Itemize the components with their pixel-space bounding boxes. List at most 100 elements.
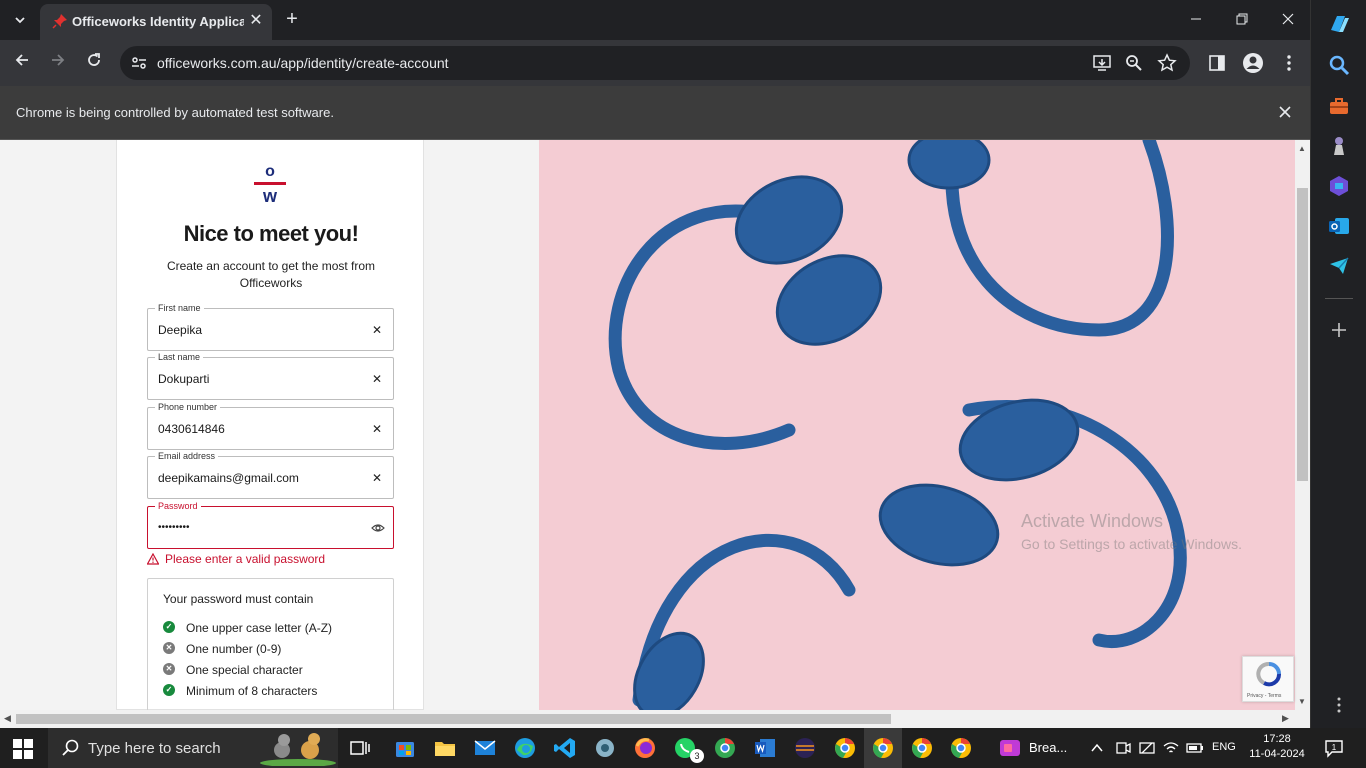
recaptcha-privacy-terms[interactable]: Privacy - Terms xyxy=(1247,693,1281,699)
page-subtitle: Create an account to get the most from O… xyxy=(166,259,376,290)
phone-number-field[interactable]: Phone number 0430614846 ✕ xyxy=(147,401,394,450)
address-bar[interactable]: officeworks.com.au/app/identity/create-a… xyxy=(120,46,1190,80)
file-explorer-icon[interactable] xyxy=(433,736,457,760)
battery-icon[interactable] xyxy=(1186,740,1204,756)
chrome-icon[interactable] xyxy=(910,736,934,760)
scroll-down-arrow-icon[interactable]: ▼ xyxy=(1298,697,1306,706)
notification-center-icon[interactable]: 1 xyxy=(1324,738,1344,758)
vertical-scrollbar[interactable]: ▲ ▼ xyxy=(1295,140,1310,710)
phone-number-input[interactable]: 0430614846 xyxy=(158,422,225,436)
chrome-active-icon[interactable] xyxy=(871,736,895,760)
rule-uppercase: ✓ One upper case letter (A-Z) xyxy=(163,621,383,637)
profile-avatar-icon[interactable] xyxy=(1242,52,1264,74)
officeworks-logo: o w xyxy=(254,163,286,206)
send-telegram-icon[interactable] xyxy=(1327,254,1351,278)
recaptcha-badge[interactable]: Privacy - Terms xyxy=(1242,656,1294,702)
restore-icon[interactable] xyxy=(1229,8,1255,32)
email-address-input[interactable]: deepikamains@gmail.com xyxy=(158,471,299,485)
infobar-message: Chrome is being controlled by automated … xyxy=(16,105,334,120)
meet-now-icon[interactable] xyxy=(1139,740,1155,756)
infobar-close-icon[interactable] xyxy=(1276,103,1294,121)
whatsapp-badge: 3 xyxy=(690,749,704,763)
clipchamp-icon[interactable] xyxy=(998,736,1022,760)
microsoft-365-icon[interactable] xyxy=(1327,174,1351,198)
svg-text:1: 1 xyxy=(1332,743,1337,752)
first-name-input[interactable]: Deepika xyxy=(158,323,202,337)
more-options-icon[interactable] xyxy=(1327,693,1351,717)
page-viewport: o w Nice to meet you! Create an account … xyxy=(0,140,1310,710)
side-divider xyxy=(1325,298,1353,299)
search-icon[interactable] xyxy=(1327,53,1351,77)
mail-icon[interactable] xyxy=(473,736,497,760)
settings-gear-app-icon[interactable] xyxy=(593,736,617,760)
taskbar-search-box[interactable]: Type here to search xyxy=(48,728,338,768)
first-name-field[interactable]: First name Deepika ✕ xyxy=(147,302,394,351)
clear-icon[interactable]: ✕ xyxy=(370,422,384,436)
zoom-icon[interactable] xyxy=(1124,53,1144,73)
kebab-menu-icon[interactable] xyxy=(1279,53,1299,73)
password-field[interactable]: Password ••••••••• xyxy=(147,500,394,549)
bookmark-star-icon[interactable] xyxy=(1157,53,1177,73)
last-name-input[interactable]: Dokuparti xyxy=(158,372,209,386)
tab-search-button[interactable] xyxy=(8,6,32,34)
wifi-icon[interactable] xyxy=(1163,740,1179,756)
scroll-left-arrow-icon[interactable]: ◀ xyxy=(4,713,11,724)
chrome-icon[interactable] xyxy=(833,736,857,760)
task-view-icon[interactable] xyxy=(348,736,372,760)
x-circle-icon: ✕ xyxy=(163,642,175,654)
install-app-icon[interactable] xyxy=(1092,53,1112,73)
password-input[interactable]: ••••••••• xyxy=(158,522,190,533)
side-apps-panel xyxy=(1310,0,1366,728)
firefox-icon[interactable] xyxy=(633,736,657,760)
webcam-icon[interactable] xyxy=(1115,740,1131,756)
show-password-eye-icon[interactable] xyxy=(371,521,385,535)
chevron-up-icon[interactable] xyxy=(1090,741,1104,755)
edge-browser-icon[interactable] xyxy=(513,736,537,760)
clear-icon[interactable]: ✕ xyxy=(370,372,384,386)
vscode-icon[interactable] xyxy=(553,736,577,760)
url-text[interactable]: officeworks.com.au/app/identity/create-a… xyxy=(157,55,449,71)
clock-date: 11-04-2024 xyxy=(1249,748,1305,760)
chrome-icon[interactable] xyxy=(949,736,973,760)
headphones-illustration xyxy=(608,140,1187,710)
microsoft-store-icon[interactable] xyxy=(393,736,417,760)
clock-time: 17:28 xyxy=(1263,733,1291,745)
browser-tab-active[interactable]: Officeworks Identity Application ✕ xyxy=(40,4,272,40)
clear-icon[interactable]: ✕ xyxy=(370,323,384,337)
browser-toolbar: officeworks.com.au/app/identity/create-a… xyxy=(0,40,1310,86)
window-close-icon[interactable] xyxy=(1275,8,1301,32)
chrome-profile-icon[interactable] xyxy=(713,736,737,760)
tab-close-icon[interactable]: ✕ xyxy=(248,12,264,30)
horizontal-scrollbar[interactable]: ◀ ▶ xyxy=(0,710,1310,728)
last-name-field[interactable]: Last name Dokuparti ✕ xyxy=(147,351,394,400)
page-title: Nice to meet you! xyxy=(183,221,359,246)
reload-icon[interactable] xyxy=(81,50,107,76)
taskbar-clock[interactable]: 17:28 11-04-2024 xyxy=(1246,732,1308,762)
clear-icon[interactable]: ✕ xyxy=(370,471,384,485)
running-app-label[interactable]: Brea... xyxy=(1029,740,1067,755)
horizontal-scroll-thumb[interactable] xyxy=(16,714,891,724)
outlook-icon[interactable] xyxy=(1327,214,1351,238)
games-chess-icon[interactable] xyxy=(1327,134,1351,158)
tab-title: Officeworks Identity Application xyxy=(72,14,244,29)
word-icon[interactable] xyxy=(753,736,777,760)
last-name-label: Last name xyxy=(155,351,204,363)
back-arrow-icon[interactable] xyxy=(9,50,35,76)
side-panel-icon[interactable] xyxy=(1207,53,1227,73)
windows-start-icon[interactable] xyxy=(12,738,34,760)
vertical-scroll-thumb[interactable] xyxy=(1297,188,1308,481)
svg-text:o: o xyxy=(265,163,275,180)
scroll-right-arrow-icon[interactable]: ▶ xyxy=(1282,713,1289,724)
site-info-icon[interactable] xyxy=(130,54,148,72)
password-rules-box: Your password must contain ✓ One upper c… xyxy=(147,578,394,710)
forward-arrow-icon[interactable] xyxy=(45,50,71,76)
copilot-icon[interactable] xyxy=(1327,12,1351,36)
tools-briefcase-icon[interactable] xyxy=(1327,94,1351,118)
language-indicator[interactable]: ENG xyxy=(1212,741,1236,753)
email-address-field[interactable]: Email address deepikamains@gmail.com ✕ xyxy=(147,450,394,499)
eclipse-icon[interactable] xyxy=(793,736,817,760)
add-plus-icon[interactable] xyxy=(1327,318,1351,342)
scroll-up-arrow-icon[interactable]: ▲ xyxy=(1298,144,1306,153)
minimize-icon[interactable] xyxy=(1183,8,1209,32)
new-tab-button[interactable]: + xyxy=(282,8,302,30)
